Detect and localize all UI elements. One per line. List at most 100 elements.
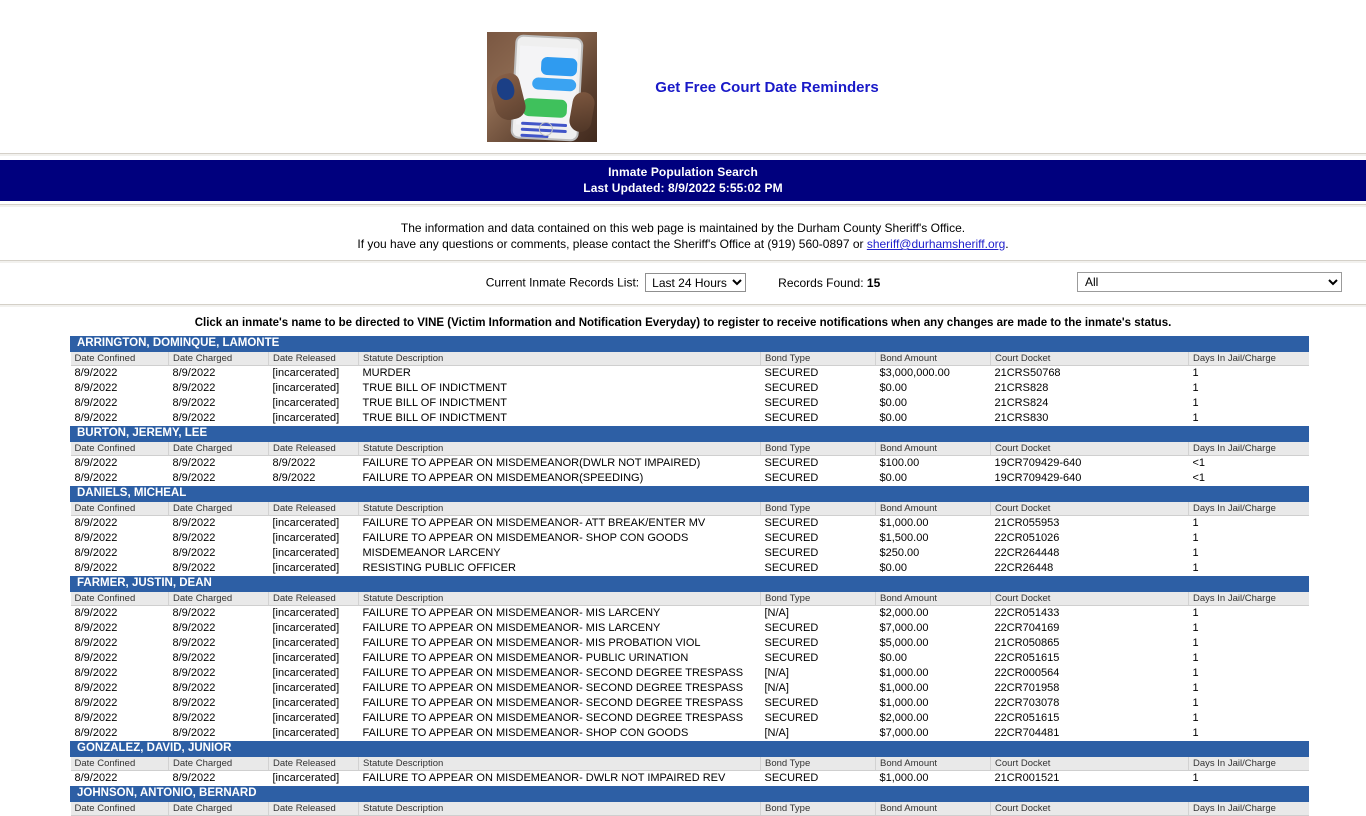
table-cell: SECURED xyxy=(760,561,876,576)
table-cell: 8/9/2022 xyxy=(70,455,169,471)
column-header: Days In Jail/Charge xyxy=(1188,502,1309,516)
column-header: Date Released xyxy=(268,352,359,366)
table-cell: 8/9/2022 xyxy=(70,726,169,741)
table-cell: [incarcerated] xyxy=(268,396,359,411)
table-row: 8/9/2022 8/9/2022 [incarcerated] FAILURE TO… xyxy=(70,515,1309,531)
inmate-name-link[interactable]: GONZALEZ, DAVID, JUNIOR xyxy=(77,742,231,754)
inmate-name-link[interactable]: BURTON, JEREMY, LEE xyxy=(77,427,207,439)
table-cell: $0.00 xyxy=(875,651,991,666)
divider-top xyxy=(0,150,1366,160)
table-cell: $2,000.00 xyxy=(875,711,991,726)
table-cell: SECURED xyxy=(760,515,876,531)
table-cell: 8/9/2022 xyxy=(70,621,169,636)
table-cell: 8/9/2022 xyxy=(168,681,269,696)
table-cell: 8/9/2022 xyxy=(168,381,269,396)
table-cell: SECURED xyxy=(760,696,876,711)
column-header: Date Charged xyxy=(168,802,269,816)
table-cell: SECURED xyxy=(760,381,876,396)
table-cell: $1,000.00 xyxy=(875,515,991,531)
time-range-select[interactable]: Last 24 Hours xyxy=(645,273,747,292)
table-cell: 8/9/2022 xyxy=(70,411,169,426)
table-cell: 1 xyxy=(1188,381,1309,396)
inmate-filter-select[interactable]: All xyxy=(1077,272,1342,292)
column-header-row: Date Confined Date Charged Date Released St… xyxy=(70,802,1309,816)
table-cell: 19CR709429-640 xyxy=(990,455,1189,471)
controls-row: Current Inmate Records List: Last 24 Hour… xyxy=(0,267,1366,301)
table-cell: FAILURE TO APPEAR ON MISDEMEANOR- DWLR N… xyxy=(358,770,761,786)
column-header-row: Date Confined Date Charged Date Released St… xyxy=(70,442,1309,456)
table-cell: 8/9/2022 xyxy=(70,696,169,711)
table-cell: $1,000.00 xyxy=(875,681,991,696)
inmate-name-link[interactable]: FARMER, JUSTIN, DEAN xyxy=(77,577,212,589)
table-row: 8/9/2022 8/9/2022 [incarcerated] FAILURE TO… xyxy=(70,531,1309,546)
inmate-name-link[interactable]: ARRINGTON, DOMINQUE, LAMONTE xyxy=(77,337,279,349)
table-cell: [incarcerated] xyxy=(268,711,359,726)
table-cell: 8/9/2022 xyxy=(168,411,269,426)
table-cell: 21CRS828 xyxy=(990,381,1189,396)
table-cell: FAILURE TO APPEAR ON MISDEMEANOR- SECOND… xyxy=(358,681,761,696)
column-header: Court Docket xyxy=(990,442,1189,456)
table-cell: [incarcerated] xyxy=(268,381,359,396)
table-row: 8/9/2022 8/9/2022 [incarcerated] FAILURE TO… xyxy=(70,666,1309,681)
column-header-row: Date Confined Date Charged Date Released St… xyxy=(70,757,1309,771)
table-cell: FAILURE TO APPEAR ON MISDEMEANOR- SECOND… xyxy=(358,696,761,711)
table-cell: $2,000.00 xyxy=(875,605,991,621)
table-cell: 8/9/2022 xyxy=(70,531,169,546)
table-cell: 1 xyxy=(1188,365,1309,381)
inmate-name-row[interactable]: ARRINGTON, DOMINQUE, LAMONTE xyxy=(69,336,1309,352)
table-row: 8/9/2022 8/9/2022 [incarcerated] FAILURE TO… xyxy=(70,605,1309,621)
inmate-name-link[interactable]: JOHNSON, ANTONIO, BERNARD xyxy=(77,787,257,799)
divider-under-controls xyxy=(0,301,1366,311)
inmate-name-row[interactable]: GONZALEZ, DAVID, JUNIOR xyxy=(69,741,1309,757)
table-cell: $1,000.00 xyxy=(875,666,991,681)
column-header: Statute Description xyxy=(358,352,761,366)
inmate-name-row[interactable]: JOHNSON, ANTONIO, BERNARD xyxy=(69,786,1309,802)
table-cell: FAILURE TO APPEAR ON MISDEMEANOR(DWLR NO… xyxy=(358,455,761,471)
table-cell: 22CR051433 xyxy=(990,605,1189,621)
table-cell: [incarcerated] xyxy=(268,546,359,561)
column-header: Statute Description xyxy=(358,442,761,456)
table-cell: 22CR26448 xyxy=(990,561,1189,576)
table-cell: [incarcerated] xyxy=(268,651,359,666)
last-updated-text: Last Updated: 8/9/2022 5:55:02 PM xyxy=(583,181,783,195)
column-header: Statute Description xyxy=(358,592,761,606)
court-date-reminders-link[interactable]: Get Free Court Date Reminders xyxy=(655,79,878,96)
table-cell: 8/9/2022 xyxy=(268,471,359,486)
column-header: Days In Jail/Charge xyxy=(1188,352,1309,366)
inmate-name-row[interactable]: BURTON, JEREMY, LEE xyxy=(69,426,1309,442)
table-cell: FAILURE TO APPEAR ON MISDEMEANOR- SHOP C… xyxy=(358,726,761,741)
table-cell: MURDER xyxy=(358,365,761,381)
table-cell: 8/9/2022 xyxy=(168,546,269,561)
table-cell: $250.00 xyxy=(875,546,991,561)
table-cell: 1 xyxy=(1188,531,1309,546)
table-cell: $7,000.00 xyxy=(875,726,991,741)
table-cell: FAILURE TO APPEAR ON MISDEMEANOR- SHOP C… xyxy=(358,531,761,546)
inmate-name-row[interactable]: DANIELS, MICHEAL xyxy=(69,486,1309,502)
table-cell: 1 xyxy=(1188,681,1309,696)
column-header: Date Confined xyxy=(70,802,169,816)
table-cell: 8/9/2022 xyxy=(168,531,269,546)
table-cell: 8/9/2022 xyxy=(70,515,169,531)
table-cell: SECURED xyxy=(760,711,876,726)
table-cell: [incarcerated] xyxy=(268,726,359,741)
column-header: Date Charged xyxy=(168,592,269,606)
column-header: Bond Type xyxy=(760,442,876,456)
table-cell: 21CR001521 xyxy=(990,770,1189,786)
column-header-row: Date Confined Date Charged Date Released St… xyxy=(70,502,1309,516)
table-cell: 8/9/2022 xyxy=(70,681,169,696)
inmate-name-row[interactable]: FARMER, JUSTIN, DEAN xyxy=(69,576,1309,592)
table-cell: 1 xyxy=(1188,696,1309,711)
sheriff-email-link[interactable]: sheriff@durhamsheriff.org xyxy=(867,237,1005,251)
table-cell: [N/A] xyxy=(760,605,876,621)
table-cell: SECURED xyxy=(760,396,876,411)
column-header: Statute Description xyxy=(358,502,761,516)
column-header: Court Docket xyxy=(990,502,1189,516)
table-cell: 8/9/2022 xyxy=(70,396,169,411)
table-cell: TRUE BILL OF INDICTMENT xyxy=(358,396,761,411)
table-cell: 21CRS830 xyxy=(990,411,1189,426)
column-header: Date Confined xyxy=(70,442,169,456)
inmate-name-link[interactable]: DANIELS, MICHEAL xyxy=(77,487,186,499)
table-row: 8/9/2022 8/9/2022 [incarcerated] RESISTING … xyxy=(70,561,1309,576)
table-cell: [N/A] xyxy=(760,666,876,681)
column-header: Bond Amount xyxy=(875,352,991,366)
